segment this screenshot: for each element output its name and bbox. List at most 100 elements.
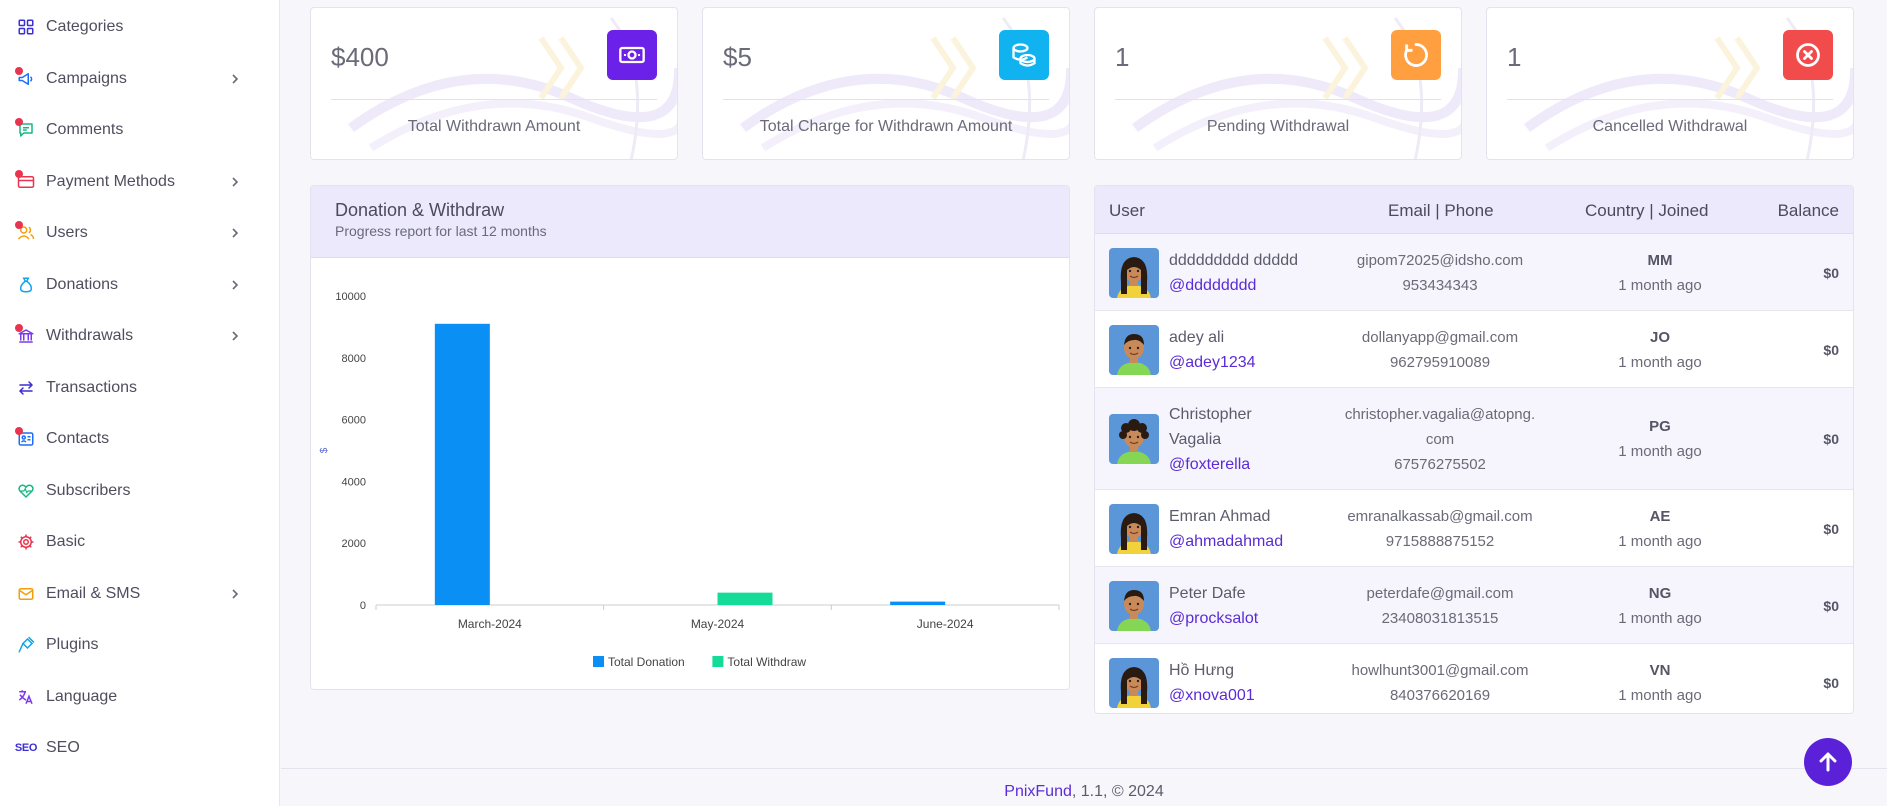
user-phone: 840376620169 [1389, 686, 1491, 704]
stat-label: Cancelled Withdrawal [1592, 118, 1748, 135]
legend-label: Total Donation [608, 655, 685, 669]
user-handle-link[interactable]: @dddddddd [1169, 273, 1256, 298]
x-tick-label: June-2024 [917, 617, 974, 631]
latest-users-table: User Email | Phone Country | Joined Bala… [1094, 185, 1854, 714]
bank-icon [15, 324, 36, 346]
avatar [1109, 414, 1159, 464]
user-handle-link[interactable]: @foxterella [1169, 452, 1250, 477]
table-row[interactable]: Christopher Vagalia @foxterella christophe… [1095, 388, 1853, 490]
donation-withdraw-bar-chart: 0 2000 4000 6000 8000 10000 $ March-2024 May-202… [319, 291, 1060, 669]
sidebar-item-payment-methods[interactable]: Payment Methods [0, 162, 279, 202]
user-email: dollanyapp@gmail.com [1361, 328, 1519, 346]
sidebar-item-language[interactable]: Language [0, 677, 279, 717]
divider [1115, 99, 1441, 100]
sidebar-item-categories[interactable]: Categories [0, 7, 279, 47]
sidebar-item-subscribers[interactable]: Subscribers [0, 471, 279, 511]
avatar [1109, 247, 1159, 298]
user-handle-link[interactable]: @xnova001 [1169, 683, 1255, 708]
scroll-to-top-button[interactable] [1804, 738, 1852, 786]
user-email-continued: com [1425, 430, 1455, 448]
chevron-right-icon [230, 589, 240, 599]
header-country-joined: Country | Joined [1585, 201, 1709, 220]
gear-icon [16, 532, 36, 552]
table-row[interactable]: Emran Ahmad @ahmadahmad emranalkassab@gmai… [1095, 490, 1853, 567]
sidebar-item-label: Contacts [46, 430, 110, 447]
table-row[interactable]: ddddddddd ddddd @dddddddd gipom72025@idsho… [1095, 234, 1853, 311]
chevron-right-icon [230, 177, 240, 187]
sidebar-item-label: Payment Methods [46, 173, 175, 190]
user-country: JO [1649, 328, 1670, 346]
coins-stack-icon [999, 30, 1049, 80]
user-balance: $0 [1823, 431, 1839, 447]
sidebar-item-donations[interactable]: Donations [0, 265, 279, 305]
chart-title: Donation & Withdraw [335, 200, 505, 220]
avatar [1109, 324, 1159, 375]
user-joined: 1 month ago [1618, 532, 1702, 550]
sidebar-item-label: Transactions [46, 379, 137, 396]
footer-version-copyright: , 1.1, © 2024 [1071, 783, 1164, 800]
user-joined: 1 month ago [1618, 353, 1702, 371]
notification-dot [15, 324, 23, 332]
stat-value: $400 [331, 42, 389, 72]
bar-total-donation[interactable] [434, 323, 490, 605]
user-email: howlhunt3001@gmail.com [1351, 661, 1529, 679]
sidebar-item-transactions[interactable]: Transactions [0, 368, 279, 408]
user-name: adey ali [1169, 328, 1225, 346]
sidebar-item-label: Withdrawals [46, 327, 134, 344]
stat-value: 1 [1115, 42, 1130, 72]
divider [1507, 99, 1833, 100]
sidebar-item-basic[interactable]: Basic [0, 522, 279, 562]
stat-card-pending-withdrawal: 1 Pending Withdrawal [1094, 7, 1462, 160]
sidebar-item-users[interactable]: Users [0, 213, 279, 253]
y-tick-label: 4000 [342, 476, 366, 488]
x-tick-label: March-2024 [458, 617, 522, 631]
table-row[interactable]: Peter Dafe @procksalot peterdafe@gmail.com… [1095, 567, 1853, 644]
table-row[interactable]: adey ali @adey1234 dollanyapp@gmail.com 962… [1095, 311, 1853, 388]
chevron-right-icon [230, 228, 240, 238]
divider [331, 99, 657, 100]
table-row[interactable]: Hồ Hưng @xnova001 howlhunt3001@gmail.com 84… [1095, 644, 1853, 713]
legend-swatch [712, 656, 724, 667]
comment-icon [15, 118, 36, 140]
user-phone: 962795910089 [1389, 353, 1491, 371]
user-name: Hồ Hưng [1169, 661, 1234, 679]
sidebar-item-withdrawals[interactable]: Withdrawals [0, 316, 279, 356]
seo-icon: SEO [14, 738, 38, 758]
sidebar-item-comments[interactable]: Comments [0, 110, 279, 150]
header-email-phone: Email | Phone [1388, 201, 1494, 220]
sidebar-item-email-sms[interactable]: Email & SMS [0, 574, 279, 614]
stat-label: Pending Withdrawal [1206, 118, 1350, 135]
users-icon [15, 221, 36, 243]
seo-icon-text: SEO [14, 742, 38, 754]
sidebar-item-contacts[interactable]: Contacts [0, 419, 279, 459]
footer-brand-link[interactable]: PnixFund [1004, 783, 1072, 800]
sidebar-item-label: Users [46, 224, 88, 241]
user-phone: 9715888875152 [1385, 532, 1495, 550]
user-email: peterdafe@gmail.com [1366, 584, 1514, 602]
chevron-right-icon [230, 280, 240, 290]
user-email: gipom72025@idsho.com [1356, 251, 1524, 269]
y-tick-label: 2000 [342, 538, 366, 550]
bar-total-withdraw[interactable] [717, 592, 773, 605]
x-tick-label: May-2024 [691, 617, 745, 631]
stat-value: $5 [723, 42, 752, 72]
sidebar-item-plugins[interactable]: Plugins [0, 625, 279, 665]
user-balance: $0 [1823, 520, 1839, 537]
sidebar-item-label: Subscribers [46, 482, 131, 499]
user-phone: 953434343 [1402, 276, 1478, 294]
user-handle-link[interactable]: @ahmadahmad [1169, 529, 1283, 554]
header-balance: Balance [1777, 201, 1839, 220]
bar-total-donation[interactable] [890, 601, 946, 605]
y-tick-label: 8000 [342, 353, 366, 365]
user-handle-link[interactable]: @procksalot [1169, 606, 1258, 631]
stat-label: Total Withdrawn Amount [407, 118, 581, 135]
user-balance: $0 [1823, 597, 1839, 614]
sidebar-item-campaigns[interactable]: Campaigns [0, 59, 279, 99]
avatar [1109, 580, 1159, 631]
user-name: ddddddddd ddddd [1169, 251, 1299, 269]
sidebar-item-seo[interactable]: SEO SEO [0, 728, 279, 768]
notification-dot [15, 118, 23, 126]
user-handle-link[interactable]: @adey1234 [1169, 350, 1256, 375]
sidebar-item-label: SEO [46, 739, 80, 756]
megaphone-icon [15, 67, 36, 89]
